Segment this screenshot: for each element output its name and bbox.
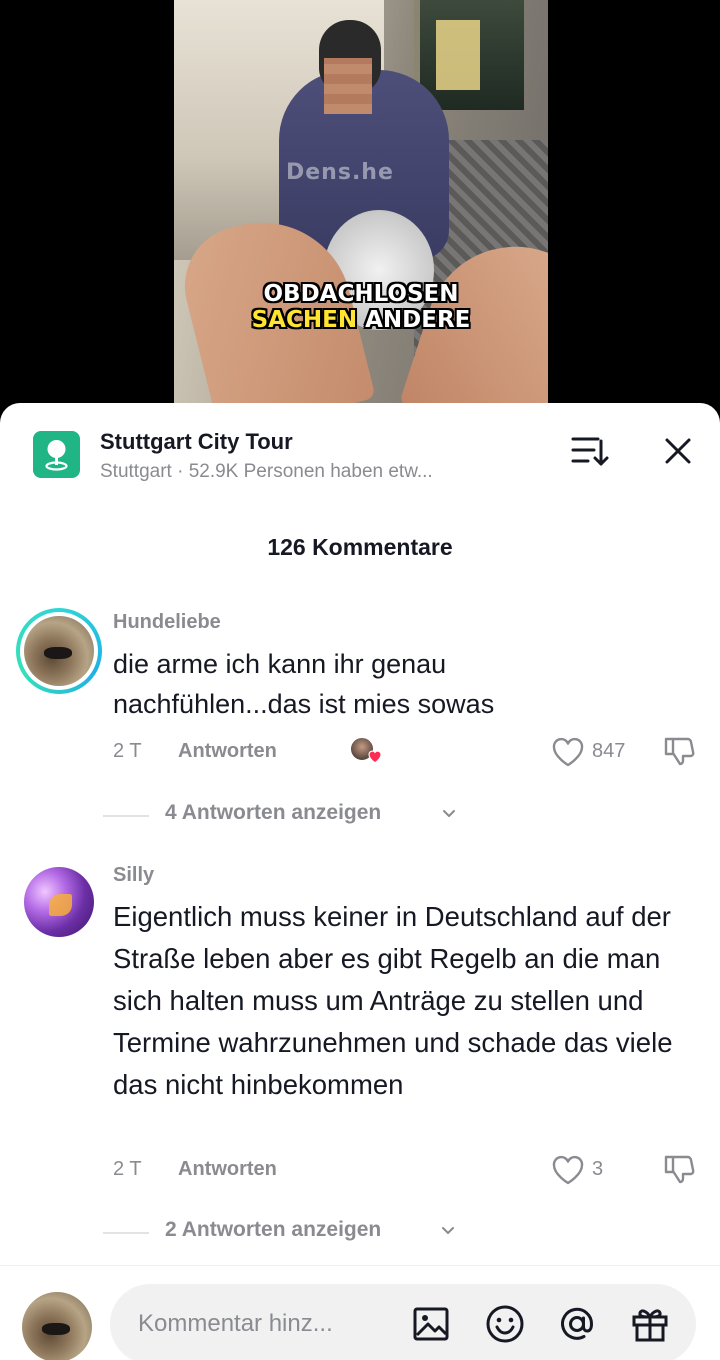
comment-composer (0, 1265, 720, 1360)
creator-liked-badge (349, 736, 383, 766)
comment-input[interactable] (138, 1306, 408, 1342)
like-count: 3 (592, 1158, 604, 1180)
chevron-down-icon (443, 810, 455, 817)
comment-input-pill[interactable] (110, 1284, 696, 1360)
comments-sheet: Stuttgart City Tour Stuttgart · 52.9K Pe… (0, 403, 720, 1360)
replies-divider (103, 1232, 149, 1234)
dislike-icon (664, 1155, 695, 1184)
reply-button[interactable]: Antworten (178, 740, 277, 763)
like-count: 847 (592, 740, 626, 762)
close-button[interactable] (656, 429, 700, 473)
location-title[interactable]: Stuttgart City Tour (100, 429, 293, 455)
video-player[interactable]: Dens.he OBDACHLOSEN SACHEN ANDERE (0, 0, 720, 430)
comment-time: 2 T (113, 1158, 142, 1180)
like-button[interactable] (551, 1154, 585, 1186)
close-icon (665, 438, 691, 464)
like-button[interactable] (551, 736, 585, 768)
comment-username[interactable]: Silly (113, 864, 154, 887)
gift-button[interactable] (628, 1302, 672, 1346)
location-header[interactable]: Stuttgart City Tour Stuttgart · 52.9K Pe… (0, 403, 720, 503)
image-button[interactable] (409, 1302, 453, 1346)
image-icon (413, 1307, 449, 1341)
location-subtitle: Stuttgart · 52.9K Personen haben etw... (100, 461, 433, 482)
location-pin-icon (33, 431, 80, 478)
video-caption-rest: ANDERE (365, 307, 471, 333)
emoji-button[interactable] (483, 1302, 527, 1346)
heart-outline-icon (552, 1155, 584, 1185)
video-door-poster (436, 20, 480, 90)
story-ring[interactable] (16, 608, 102, 694)
at-icon (561, 1307, 594, 1340)
mention-button[interactable] (555, 1302, 599, 1346)
video-frame[interactable]: Dens.he OBDACHLOSEN SACHEN ANDERE (174, 0, 548, 430)
comment-time: 2 T (113, 740, 142, 762)
video-caption-line2: SACHEN ANDERE (174, 307, 548, 334)
video-caption-highlight: SACHEN (251, 307, 358, 333)
video-blurred-face (324, 58, 372, 114)
view-replies-button[interactable]: 2 Antworten anzeigen (0, 1218, 720, 1248)
gift-icon (632, 1309, 668, 1342)
avatar[interactable] (24, 616, 94, 686)
heart-outline-icon (552, 737, 584, 767)
comment-text[interactable]: Eigentlich muss keiner in Deutschland au… (113, 896, 708, 1106)
comment-text[interactable]: die arme ich kann ihr genau nachfühlen..… (113, 644, 633, 724)
view-replies-label[interactable]: 4 Antworten anzeigen (165, 801, 381, 825)
chevron-down-icon (442, 1227, 454, 1234)
comment-username[interactable]: Hundeliebe (113, 611, 221, 634)
sort-button[interactable] (568, 431, 612, 471)
avatar[interactable] (24, 867, 94, 937)
view-replies-button[interactable]: 4 Antworten anzeigen (0, 801, 720, 831)
my-avatar[interactable] (22, 1292, 92, 1360)
sort-icon (571, 437, 609, 466)
heart-icon (368, 750, 382, 764)
comment-count: 126 Kommentare (267, 534, 453, 560)
dislike-icon (664, 737, 695, 766)
dislike-button[interactable] (662, 1152, 696, 1186)
dislike-button[interactable] (662, 734, 696, 768)
video-caption-line1: OBDACHLOSEN (263, 281, 459, 307)
video-watermark: Dens.he (286, 160, 394, 185)
replies-divider (103, 815, 149, 817)
reply-button[interactable]: Antworten (178, 1158, 277, 1181)
emoji-icon (486, 1305, 524, 1343)
view-replies-label[interactable]: 2 Antworten anzeigen (165, 1218, 381, 1242)
